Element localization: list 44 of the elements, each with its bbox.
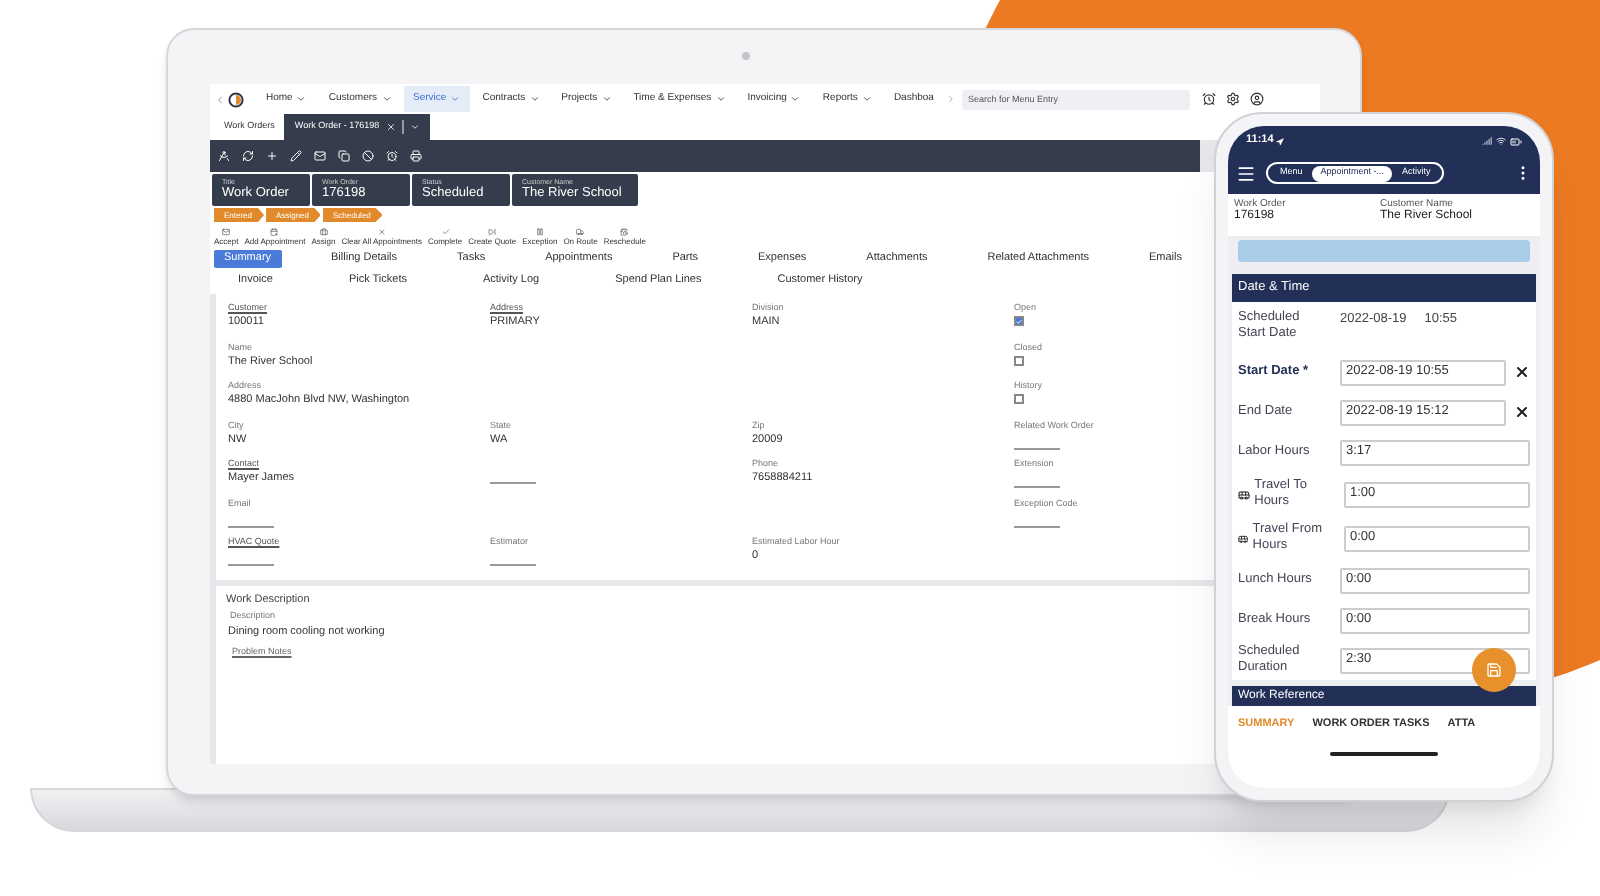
home-indicator: [1330, 752, 1438, 756]
caret-icon: [790, 94, 801, 104]
settings-icon[interactable]: [1225, 92, 1240, 106]
menu-icon[interactable]: [1236, 163, 1256, 183]
checkbox[interactable]: [1014, 394, 1024, 404]
mail-icon[interactable]: [314, 150, 326, 162]
check-icon: [441, 228, 450, 236]
calendar-plus-icon: [270, 228, 279, 236]
caret-icon: [381, 94, 392, 104]
envelope-icon: [222, 228, 231, 236]
truck-icon: [576, 228, 585, 236]
caret-icon: [296, 94, 307, 104]
user-icon[interactable]: [1249, 92, 1264, 106]
bus-icon: [1238, 531, 1249, 545]
save-icon: [1486, 662, 1502, 678]
alarm-clock-icon[interactable]: [1201, 92, 1216, 106]
check-icon: [1016, 317, 1022, 325]
caret-icon: [861, 94, 872, 104]
caret-icon: [715, 94, 726, 104]
clear-icon[interactable]: [1514, 364, 1530, 380]
caret-icon[interactable]: [409, 122, 420, 132]
add-icon[interactable]: [266, 150, 278, 162]
bus-icon: [1238, 487, 1251, 501]
caret-icon: [450, 94, 461, 104]
copy-icon[interactable]: [338, 150, 350, 162]
checkbox[interactable]: [1014, 355, 1024, 365]
ban-icon[interactable]: [362, 150, 374, 162]
battery-icon: [1510, 135, 1522, 147]
edit-icon[interactable]: [290, 150, 302, 162]
skip-forward-icon: [488, 228, 497, 236]
caret-icon: [601, 94, 612, 104]
clear-icon[interactable]: [1514, 404, 1530, 420]
pause-icon: [535, 228, 544, 236]
caret-icon: [529, 94, 540, 104]
checkbox[interactable]: [1014, 316, 1024, 326]
signal-icon: [1482, 136, 1492, 146]
calendar-clock-icon: [620, 228, 629, 236]
location-arrow-icon: [1275, 137, 1284, 145]
logo-icon: [228, 91, 244, 107]
refresh-icon[interactable]: [242, 150, 254, 162]
drafting-compass-icon[interactable]: [218, 150, 230, 162]
wifi-icon: [1496, 136, 1506, 146]
briefcase-icon: [319, 228, 328, 236]
print-icon[interactable]: [410, 150, 422, 162]
